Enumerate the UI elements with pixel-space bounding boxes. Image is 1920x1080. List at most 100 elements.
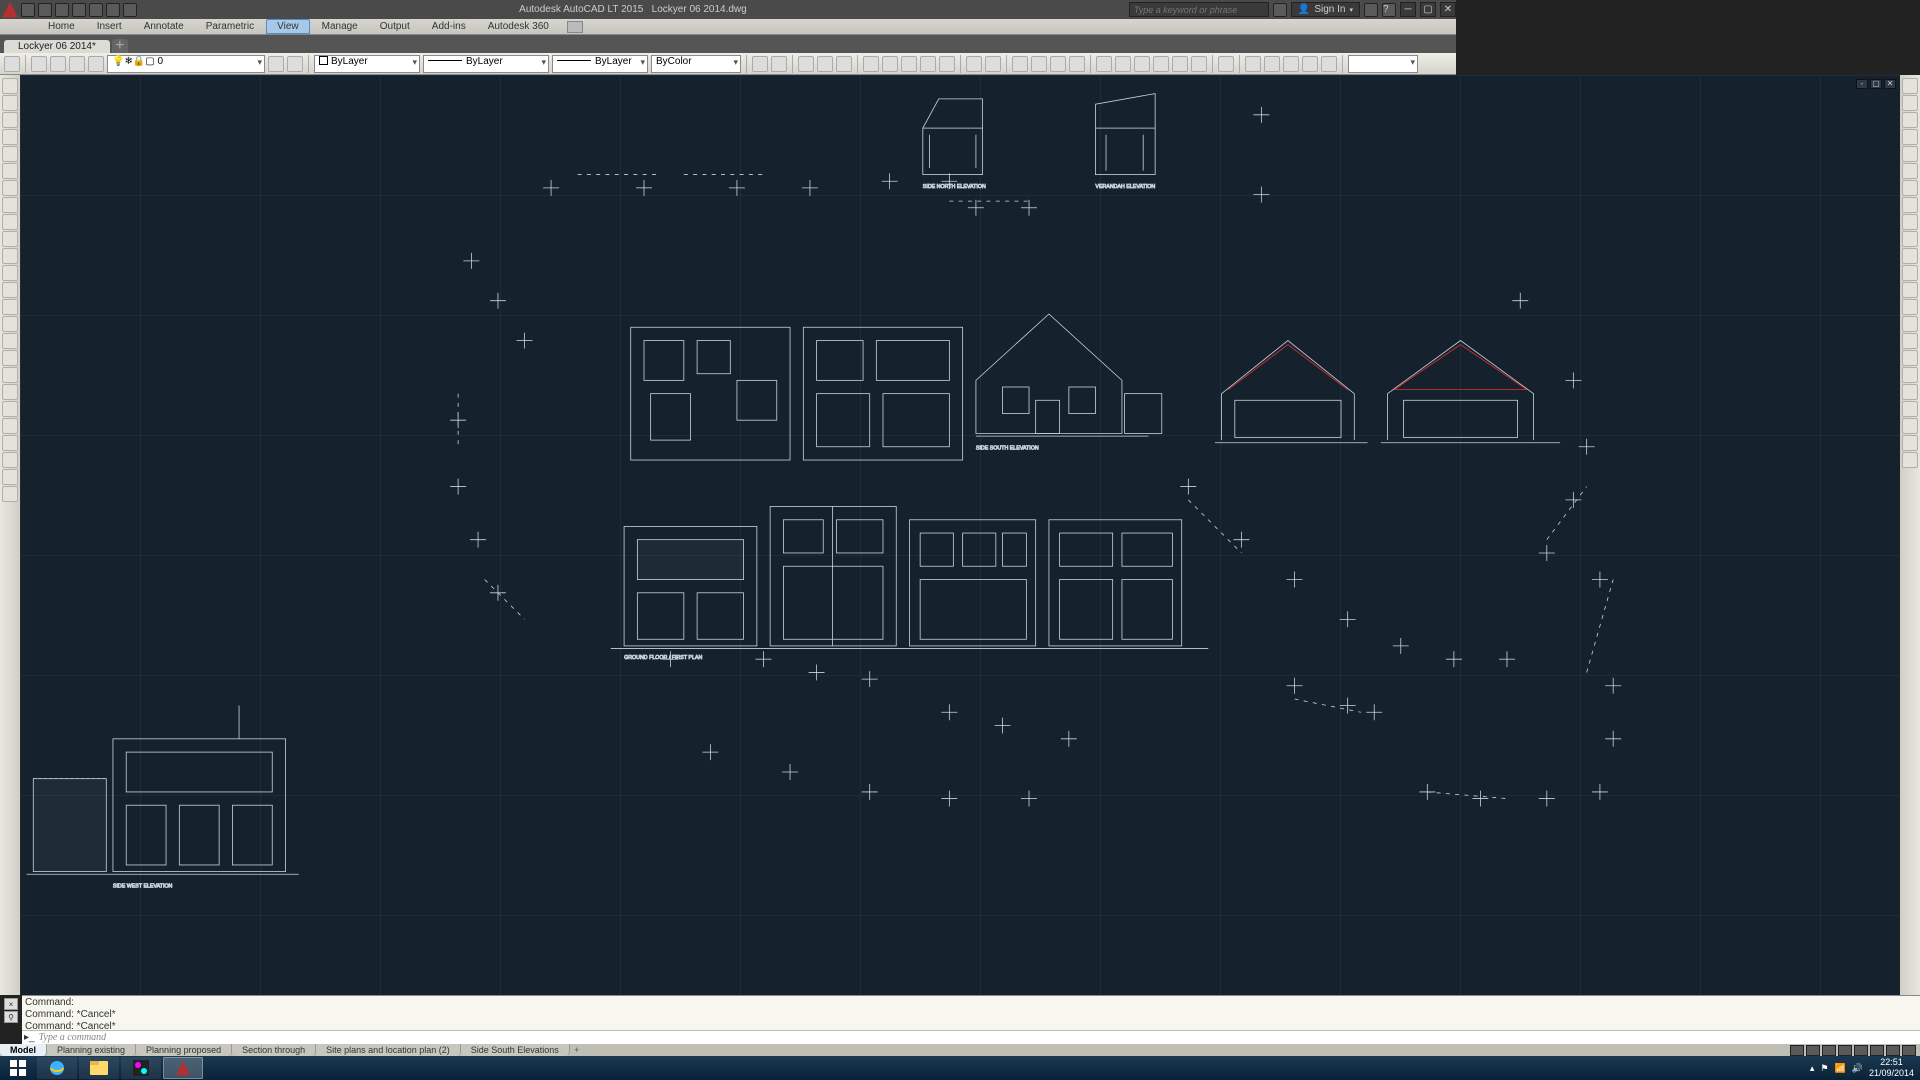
tb-icon-10[interactable] [939,56,955,72]
tb-icon-6[interactable] [863,56,879,72]
draw-measure-icon[interactable] [2,418,18,434]
ribbon-tab-output[interactable]: Output [370,20,420,33]
exchange-icon[interactable] [1364,3,1378,17]
tb-icon-17[interactable] [1134,56,1150,72]
draw-helix-icon[interactable] [2,452,18,468]
draw-circle-icon[interactable] [2,112,18,128]
draw-spline-icon[interactable] [2,197,18,213]
tb-icon-23[interactable] [1264,56,1280,72]
draw-leader-icon[interactable] [2,316,18,332]
taskbar-autocad-icon[interactable] [163,1057,203,1079]
scale-dropdown[interactable] [1348,55,1418,73]
ribbon-tab-add-ins[interactable]: Add-ins [422,20,476,33]
zoom-icon[interactable] [1031,56,1047,72]
tb-icon-19[interactable] [1172,56,1188,72]
mod-sweep-icon[interactable] [1902,418,1918,434]
draw-pline-icon[interactable] [2,95,18,111]
mod-solid-icon[interactable] [1902,401,1918,417]
tray-volume-icon[interactable]: 🔊 [1852,1063,1863,1074]
mod-light-icon[interactable] [1902,265,1918,281]
tb-icon-22[interactable] [1245,56,1261,72]
qselect-icon[interactable] [4,56,20,72]
new-doc-tab[interactable]: + [112,39,128,53]
layout-tab-site-plans-and-location-plan-2-[interactable]: Site plans and location plan (2) [316,1044,461,1056]
ribbon-tab-view[interactable]: View [266,19,310,34]
tb-icon-18[interactable] [1153,56,1169,72]
help-search-input[interactable] [1129,2,1269,17]
status-ortho-icon[interactable] [1838,1045,1852,1056]
layer-freeze-icon[interactable] [69,56,85,72]
status-otrack-icon[interactable] [1886,1045,1900,1056]
zoom-extents-icon[interactable] [1069,56,1085,72]
tb-icon-24[interactable] [1283,56,1299,72]
draw-ellipse-icon[interactable] [2,163,18,179]
cmd-pin-icon[interactable]: ⚲ [4,1011,18,1023]
tb-icon-5[interactable] [836,56,852,72]
layer-state-icon[interactable] [31,56,47,72]
taskbar-app1-icon[interactable] [121,1057,161,1079]
draw-dim-icon[interactable] [2,299,18,315]
draw-revcloud-icon[interactable] [2,367,18,383]
drawing-canvas[interactable]: - ▢ ✕ SIDE NORTH ELEVATION VERANDAH ELEV… [20,75,1900,995]
ribbon-tab-insert[interactable]: Insert [87,20,132,33]
mod-zoom-icon[interactable] [1902,146,1918,162]
tray-flag-icon[interactable]: ⚑ [1820,1063,1828,1074]
taskbar-explorer-icon[interactable] [79,1057,119,1079]
mod-camera-icon[interactable] [1902,197,1918,213]
layer-prev-icon[interactable] [268,56,284,72]
layout-tab-section-through[interactable]: Section through [232,1044,316,1056]
layout-tab-planning-proposed[interactable]: Planning proposed [136,1044,232,1056]
tb-icon-25[interactable] [1302,56,1318,72]
draw-ray-icon[interactable] [2,214,18,230]
qat-new-icon[interactable] [21,3,35,17]
layout-tab-side-south-elevations[interactable]: Side South Elevations [461,1044,570,1056]
qat-undo-icon[interactable] [106,3,120,17]
layer-dropdown[interactable]: 💡❄🔒▢ 0 [107,55,265,73]
help-tool-icon[interactable] [1218,56,1234,72]
command-input[interactable]: Type a command [39,1032,107,1044]
app-logo[interactable] [2,2,18,18]
draw-wipeout-icon[interactable] [2,350,18,366]
status-model-icon[interactable] [1790,1045,1804,1056]
tb-icon-26[interactable] [1321,56,1337,72]
ribbon-min-icon[interactable] [567,21,583,33]
qat-print-icon[interactable] [89,3,103,17]
tb-icon-15[interactable] [1096,56,1112,72]
help-icon[interactable]: ? [1382,3,1396,17]
mod-flatshot-icon[interactable] [1902,333,1918,349]
tb-icon-3[interactable] [798,56,814,72]
cmd-close-icon[interactable]: × [4,998,18,1010]
taskbar-ie-icon[interactable] [37,1057,77,1079]
close-button[interactable]: ✕ [1440,2,1456,17]
draw-group-icon[interactable] [2,401,18,417]
status-lwt-icon[interactable] [1902,1045,1916,1056]
document-tab[interactable]: Lockyer 06 2014* [4,40,110,53]
mod-visual-icon[interactable] [1902,299,1918,315]
mod-revolve-icon[interactable] [1902,452,1918,468]
undo-icon[interactable] [966,56,982,72]
search-icon[interactable] [1273,3,1287,17]
mod-loft-icon[interactable] [1902,435,1918,451]
lineweight-dropdown[interactable]: ByLayer [552,55,648,73]
status-grid-icon[interactable] [1806,1045,1820,1056]
mod-walk-icon[interactable] [1902,214,1918,230]
mod-steering-icon[interactable] [1902,163,1918,179]
color-dropdown[interactable]: ByLayer [314,55,420,73]
tray-clock[interactable]: 22:5121/09/2014 [1869,1057,1914,1079]
status-osnap-icon[interactable] [1870,1045,1884,1056]
draw-hatch-icon[interactable] [2,180,18,196]
tb-icon-20[interactable] [1191,56,1207,72]
mod-mesh-icon[interactable] [1902,384,1918,400]
qat-redo-icon[interactable] [123,3,137,17]
plotstyle-dropdown[interactable]: ByColor [651,55,741,73]
tb-icon-8[interactable] [901,56,917,72]
draw-line-icon[interactable] [2,78,18,94]
layer-off-icon[interactable] [50,56,66,72]
linetype-dropdown[interactable]: ByLayer [423,55,549,73]
mod-section-icon[interactable] [1902,316,1918,332]
layer-manager-icon[interactable] [287,56,303,72]
tb-icon-16[interactable] [1115,56,1131,72]
draw-region-icon[interactable] [2,333,18,349]
status-polar-icon[interactable] [1854,1045,1868,1056]
status-snap-icon[interactable] [1822,1045,1836,1056]
